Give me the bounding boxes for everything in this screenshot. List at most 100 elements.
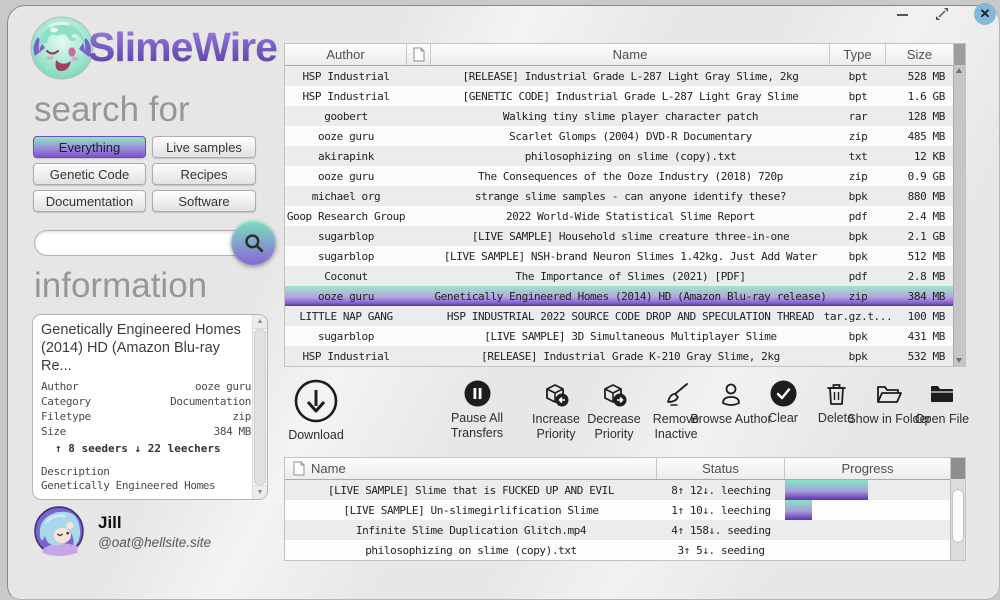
minimize-button[interactable]	[896, 5, 910, 23]
user-avatar-icon	[34, 506, 84, 556]
result-size: 485 MB	[886, 126, 954, 146]
results-header: Author Name Type Size	[285, 44, 965, 66]
scroll-up-icon[interactable]	[956, 68, 962, 73]
column-header-file-icon[interactable]	[407, 44, 431, 65]
results-body: HSP Industrial [RELEASE] Industrial Grad…	[285, 66, 965, 366]
result-file-cell	[407, 226, 431, 246]
scrollbar-thumb[interactable]	[952, 489, 964, 543]
broom-icon	[662, 380, 690, 408]
result-file-cell	[407, 106, 431, 126]
search-input[interactable]	[34, 230, 254, 256]
result-author: LITTLE NAP GANG	[285, 306, 407, 326]
table-row[interactable]: sugarblop [LIVE SAMPLE] Household slime …	[285, 226, 954, 246]
scroll-up-icon[interactable]: ▲	[253, 315, 267, 329]
column-header-name[interactable]: Name	[431, 44, 830, 65]
column-header-size[interactable]: Size	[886, 44, 954, 65]
pause-icon	[464, 380, 491, 407]
scroll-down-icon[interactable]	[956, 358, 962, 363]
transfers-scroll-corner	[951, 458, 965, 479]
search-filters: Everything Live samples Genetic Code Rec…	[33, 136, 255, 212]
increase-priority-icon	[542, 380, 570, 408]
scroll-down-icon[interactable]: ▼	[253, 485, 267, 499]
results-scroll-corner	[954, 44, 965, 65]
column-header-name[interactable]: Name	[285, 458, 657, 479]
table-row[interactable]: akirapink philosophizing on slime (copy)…	[285, 146, 954, 166]
table-row[interactable]: ooze guru Scarlet Glomps (2004) DVD-R Do…	[285, 126, 954, 146]
user-avatar	[34, 506, 84, 556]
result-size: 2.4 MB	[886, 206, 954, 226]
filter-recipes[interactable]: Recipes	[152, 163, 256, 185]
pause-all-button[interactable]: Pause All Transfers	[435, 380, 519, 441]
column-header-type[interactable]: Type	[830, 44, 886, 65]
result-size: 0.9 GB	[886, 166, 954, 186]
table-row[interactable]: Goop Research Group 2022 World-Wide Stat…	[285, 206, 954, 226]
result-author: ooze guru	[285, 286, 407, 306]
transfer-row[interactable]: [LIVE SAMPLE] Un-slimegirlification Slim…	[285, 500, 951, 520]
info-field-row: Filetype zip	[41, 410, 251, 425]
transfer-row[interactable]: Infinite Slime Duplication Glitch.mp4 4↑…	[285, 520, 951, 540]
table-row[interactable]: LITTLE NAP GANG HSP INDUSTRIAL 2022 SOUR…	[285, 306, 954, 326]
result-size: 128 MB	[886, 106, 954, 126]
result-author: sugarblop	[285, 226, 407, 246]
transfer-row[interactable]: [LIVE SAMPLE] Slime that is FUCKED UP AN…	[285, 480, 951, 500]
result-file-cell	[407, 306, 431, 326]
info-content: Genetically Engineered Homes (2014) HD (…	[41, 321, 251, 495]
table-row[interactable]: sugarblop [LIVE SAMPLE] NSH-brand Neuron…	[285, 246, 954, 266]
filter-live-samples[interactable]: Live samples	[152, 136, 256, 158]
table-row[interactable]: michael org strange slime samples - can …	[285, 186, 954, 206]
info-field-label: Size	[41, 425, 66, 440]
result-size: 2.1 GB	[886, 226, 954, 246]
column-header-author[interactable]: Author	[285, 44, 407, 65]
result-author: ooze guru	[285, 166, 407, 186]
info-scrollbar[interactable]: ▲ ▼	[252, 315, 267, 499]
filter-genetic-code[interactable]: Genetic Code	[33, 163, 146, 185]
column-header-status[interactable]: Status	[657, 458, 785, 479]
table-row[interactable]: HSP Industrial [GENETIC CODE] Industrial…	[285, 86, 954, 106]
result-file-cell	[407, 146, 431, 166]
info-peers: ↑ 8 seeders ↓ 22 leechers	[41, 442, 251, 455]
result-size: 431 MB	[886, 326, 954, 346]
info-field-label: Filetype	[41, 410, 91, 425]
result-size: 880 MB	[886, 186, 954, 206]
open-file-button[interactable]: Open File	[900, 380, 984, 427]
table-row[interactable]: HSP Industrial [RELEASE] Industrial Grad…	[285, 66, 954, 86]
info-field-value: Documentation	[170, 395, 251, 410]
maximize-button[interactable]	[934, 6, 950, 22]
result-type: bpk	[830, 246, 886, 266]
result-file-cell	[407, 286, 431, 306]
transfer-name: [LIVE SAMPLE] Slime that is FUCKED UP AN…	[285, 480, 657, 500]
result-author: HSP Industrial	[285, 86, 407, 106]
info-field-label: Category	[41, 395, 91, 410]
filter-documentation[interactable]: Documentation	[33, 190, 146, 212]
result-type: zip	[830, 286, 886, 306]
table-row[interactable]: ooze guru Genetically Engineered Homes (…	[285, 286, 954, 306]
download-label: Download	[288, 428, 344, 443]
close-icon: ✕	[980, 6, 991, 22]
info-field-value: 384 MB	[214, 425, 251, 440]
result-type: bpk	[830, 326, 886, 346]
scrollbar-thumb[interactable]	[254, 329, 266, 485]
result-file-cell	[407, 346, 431, 366]
transfer-name: philosophizing on slime (copy).txt	[285, 540, 657, 560]
info-field-row: Author ooze guru	[41, 380, 251, 395]
table-row[interactable]: goobert Walking tiny slime player charac…	[285, 106, 954, 126]
download-button[interactable]: Download	[284, 378, 348, 443]
results-scrollbar[interactable]	[953, 65, 965, 366]
filter-software[interactable]: Software	[152, 190, 256, 212]
result-type: zip	[830, 126, 886, 146]
close-button[interactable]: ✕	[974, 3, 996, 25]
result-type: bpk	[830, 226, 886, 246]
transfer-row[interactable]: philosophizing on slime (copy).txt 3↑ 5↓…	[285, 540, 951, 560]
search-button[interactable]	[231, 220, 276, 265]
transfer-toolbar: Download Pause All Transfers Increase Pr…	[284, 376, 966, 454]
column-header-progress[interactable]: Progress	[785, 458, 951, 479]
table-row[interactable]: ooze guru The Consequences of the Ooze I…	[285, 166, 954, 186]
table-row[interactable]: HSP Industrial [RELEASE] Industrial Grad…	[285, 346, 954, 366]
transfer-name: [LIVE SAMPLE] Un-slimegirlification Slim…	[285, 500, 657, 520]
table-row[interactable]: Coconut The Importance of Slimes (2021) …	[285, 266, 954, 286]
result-size: 12 KB	[886, 146, 954, 166]
filter-everything[interactable]: Everything	[33, 136, 146, 158]
info-field-row: Category Documentation	[41, 395, 251, 410]
table-row[interactable]: sugarblop [LIVE SAMPLE] 3D Simultaneous …	[285, 326, 954, 346]
transfers-scrollbar[interactable]	[950, 479, 965, 560]
